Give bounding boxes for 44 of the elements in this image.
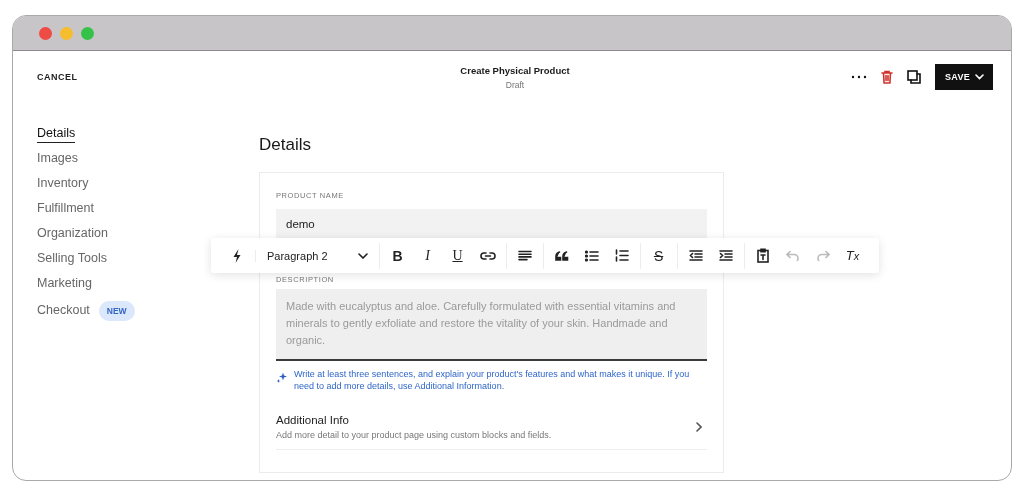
quote-icon xyxy=(554,250,569,261)
paragraph-style-dropdown[interactable]: Paragraph 2 xyxy=(261,249,374,262)
caret-icon xyxy=(975,74,984,80)
bold-button[interactable]: B xyxy=(384,242,411,269)
page-title: Create Physical Product xyxy=(460,64,570,76)
delete-button[interactable] xyxy=(880,70,893,84)
more-icon xyxy=(850,75,867,79)
copy-icon xyxy=(906,70,921,84)
sidebar-item[interactable]: Images xyxy=(37,151,78,168)
duplicate-button[interactable] xyxy=(906,70,921,84)
indent-icon xyxy=(718,250,733,261)
sidebar-item[interactable]: Fulfillment xyxy=(37,201,94,218)
sidebar-item[interactable]: Checkout xyxy=(37,302,90,320)
product-name-field[interactable]: demo xyxy=(276,209,707,239)
sparkle-icon xyxy=(276,371,288,383)
chevron-right-icon xyxy=(696,422,702,432)
hint-text: Write at least three sentences, and explain your product's features and what makes it unique. If you need to add more details, use Additional Information. xyxy=(294,368,691,392)
sidebar-item[interactable]: Details xyxy=(37,126,76,143)
clipboard-icon xyxy=(756,248,769,263)
row-subtitle: Add more detail to your product page using custom blocks and fields. xyxy=(276,430,552,440)
align-left-icon xyxy=(517,250,532,261)
cancel-button[interactable]: CANCEL xyxy=(37,72,78,82)
italic-button[interactable]: I xyxy=(414,242,441,269)
sidebar-item[interactable]: Inventory xyxy=(37,176,89,193)
chevron-down-icon xyxy=(357,252,368,259)
sidebar-item[interactable]: Marketing xyxy=(37,276,92,293)
sidebar-item[interactable]: Organization xyxy=(37,226,108,243)
numbered-list-icon xyxy=(614,249,629,262)
row-title: Additional Info xyxy=(276,414,350,426)
additional-info-row[interactable]: Additional Info Add more detail to your product page using custom blocks and fields. xyxy=(276,414,707,450)
outdent-icon xyxy=(688,250,703,261)
redo-icon xyxy=(815,250,830,261)
trash-icon xyxy=(880,70,893,84)
section-heading: Details xyxy=(259,135,312,155)
more-button[interactable] xyxy=(850,75,867,79)
status-label: Draft xyxy=(505,79,525,90)
strike-button[interactable]: S xyxy=(645,242,672,269)
sidebar-item[interactable]: Selling Tools xyxy=(37,251,107,268)
link-icon xyxy=(479,250,496,261)
bulleted-list-icon xyxy=(584,249,599,262)
new-badge: NEW xyxy=(98,301,135,321)
save-button[interactable]: SAVE xyxy=(934,64,993,90)
undo-icon xyxy=(785,250,800,261)
underline-button[interactable]: U xyxy=(444,242,471,269)
